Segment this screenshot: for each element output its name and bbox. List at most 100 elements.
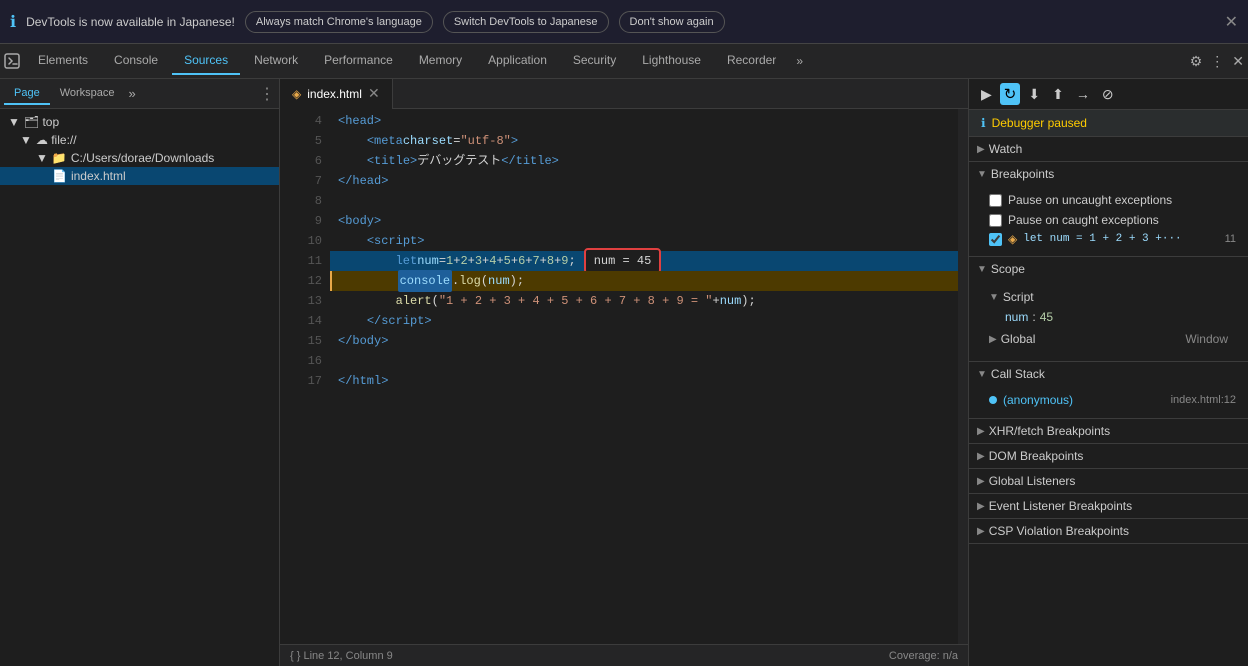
tab-right-icons: ⚙ ⋮ ✕ [1190, 53, 1244, 70]
csp-label: CSP Violation Breakpoints [989, 524, 1129, 538]
devtools-tab-bar: Elements Console Sources Network Perform… [0, 44, 1248, 79]
global-scope-header[interactable]: Global Window [989, 325, 1236, 353]
event-section: Event Listener Breakpoints [969, 494, 1248, 519]
debug-panel: ▶ ↻ ⬇ ⬆ → ⊘ ℹ Debugger paused Watch Brea… [968, 79, 1248, 666]
breakpoints-section-body: Pause on uncaught exceptions Pause on ca… [969, 186, 1248, 256]
csp-arrow-icon [977, 526, 985, 537]
tab-memory[interactable]: Memory [407, 47, 474, 75]
watch-label: Watch [989, 142, 1023, 156]
info-icon: ℹ [10, 12, 16, 32]
script-scope-header[interactable]: Script [989, 285, 1236, 309]
switch-devtools-button[interactable]: Switch DevTools to Japanese [443, 11, 609, 33]
breakpoint-item: ◈ let num = 1 + 2 + 3 +··· 11 [989, 230, 1236, 248]
watch-arrow-icon [977, 144, 985, 155]
tab-performance[interactable]: Performance [312, 47, 405, 75]
breakpoint-checkbox[interactable] [989, 233, 1002, 246]
xhr-label: XHR/fetch Breakpoints [989, 424, 1110, 438]
tab-elements[interactable]: Elements [26, 47, 100, 75]
scope-section-header[interactable]: Scope [969, 257, 1248, 281]
breakpoints-section-header[interactable]: Breakpoints [969, 162, 1248, 186]
step-out-button[interactable]: ⬆ [1048, 84, 1068, 105]
tree-item-folder[interactable]: ▼ 📁 C:/Users/dorae/Downloads [0, 149, 279, 167]
breakpoint-code: let num = 1 + 2 + 3 +··· [1023, 233, 1181, 245]
callstack-arrow-icon [977, 369, 987, 380]
always-match-button[interactable]: Always match Chrome's language [245, 11, 433, 33]
tree-item-index-html[interactable]: 📄 index.html [0, 167, 279, 185]
tab-close-icon[interactable]: ✕ [368, 85, 380, 102]
scope-arrow-icon [977, 264, 987, 275]
tab-sources[interactable]: Sources [172, 47, 240, 75]
callstack-file-label: index.html:12 [1171, 394, 1236, 406]
watch-section-header[interactable]: Watch [969, 137, 1248, 161]
csp-section-header[interactable]: CSP Violation Breakpoints [969, 519, 1248, 543]
deactivate-breakpoints-button[interactable]: ⊘ [1098, 84, 1118, 105]
html-file-icon: ◈ [292, 87, 301, 101]
event-section-header[interactable]: Event Listener Breakpoints [969, 494, 1248, 518]
tab-security[interactable]: Security [561, 47, 628, 75]
more-tabs-icon[interactable]: » [790, 48, 809, 74]
event-arrow-icon [977, 501, 985, 512]
tree-item-label: index.html [71, 169, 126, 183]
tab-application[interactable]: Application [476, 47, 559, 75]
file-panel-dots-icon[interactable]: ⋮ [259, 84, 275, 104]
devtools-logo [4, 53, 20, 69]
scope-key-num: num [1005, 310, 1028, 324]
callstack-item-anonymous[interactable]: (anonymous) index.html:12 [989, 390, 1236, 410]
breakpoints-label: Breakpoints [991, 167, 1054, 181]
callstack-section-header[interactable]: Call Stack [969, 362, 1248, 386]
resume-button[interactable]: ▶ [977, 84, 996, 105]
listener-section-header[interactable]: Global Listeners [969, 469, 1248, 493]
code-line-13: alert("1 + 2 + 3 + 4 + 5 + 6 + 7 + 8 + 9… [330, 291, 958, 311]
dom-section-header[interactable]: DOM Breakpoints [969, 444, 1248, 468]
dom-arrow-icon [977, 451, 985, 462]
tree-item-label: 🗂 top [24, 115, 59, 129]
step-over-button[interactable]: ↻ [1000, 83, 1021, 105]
pause-caught-row: Pause on caught exceptions [989, 210, 1236, 230]
pause-caught-checkbox[interactable] [989, 214, 1002, 227]
pause-uncaught-label: Pause on uncaught exceptions [1008, 193, 1172, 207]
callstack-active-icon [989, 396, 997, 404]
xhr-section: XHR/fetch Breakpoints [969, 419, 1248, 444]
editor-tab-label: index.html [307, 87, 362, 101]
menu-icon[interactable]: ⋮ [1210, 53, 1224, 70]
tab-console[interactable]: Console [102, 47, 170, 75]
notification-close-icon[interactable]: ✕ [1225, 12, 1238, 32]
main-layout: Page Workspace » ⋮ ▼ 🗂 top ▼ ☁ file:// ▼… [0, 79, 1248, 666]
code-line-4: <head> [330, 111, 958, 131]
csp-section: CSP Violation Breakpoints [969, 519, 1248, 544]
tree-item-top[interactable]: ▼ 🗂 top [0, 113, 279, 131]
code-line-6: <title>デバッグテスト</title> [330, 151, 958, 171]
global-scope-label: Global [1001, 332, 1036, 346]
editor-scrollbar[interactable] [958, 109, 968, 644]
xhr-section-header[interactable]: XHR/fetch Breakpoints [969, 419, 1248, 443]
code-line-14: </script> [330, 311, 958, 331]
scope-val-num: 45 [1040, 310, 1053, 324]
script-arrow-icon [989, 292, 999, 303]
script-scope-body: num : 45 [989, 309, 1236, 325]
pause-uncaught-checkbox[interactable] [989, 194, 1002, 207]
tab-lighthouse[interactable]: Lighthouse [630, 47, 713, 75]
breakpoint-line: 11 [1225, 233, 1236, 245]
editor-tab-index-html[interactable]: ◈ index.html ✕ [280, 79, 393, 109]
settings-icon[interactable]: ⚙ [1190, 53, 1203, 70]
dont-show-again-button[interactable]: Don't show again [619, 11, 725, 33]
tab-recorder[interactable]: Recorder [715, 47, 788, 75]
code-line-15: </body> [330, 331, 958, 351]
code-line-9: <body> [330, 211, 958, 231]
scope-separator: : [1032, 310, 1035, 324]
step-button[interactable]: → [1072, 84, 1094, 104]
tab-page[interactable]: Page [4, 83, 50, 105]
close-devtools-icon[interactable]: ✕ [1232, 53, 1244, 70]
code-editor[interactable]: <head> <meta charset="utf-8"> <title>デバッ… [330, 109, 958, 644]
global-scope-value: Window [1185, 332, 1228, 346]
file-tab-more-icon[interactable]: » [129, 86, 136, 101]
event-label: Event Listener Breakpoints [989, 499, 1132, 513]
tab-workspace[interactable]: Workspace [50, 83, 125, 105]
tree-item-file-origin[interactable]: ▼ ☁ file:// [0, 131, 279, 149]
notification-text: DevTools is now available in Japanese! [26, 15, 235, 29]
tab-network[interactable]: Network [242, 47, 310, 75]
callstack-label: Call Stack [991, 367, 1045, 381]
xhr-arrow-icon [977, 426, 985, 437]
listeners-section: Global Listeners [969, 469, 1248, 494]
step-into-button[interactable]: ⬇ [1024, 84, 1044, 105]
